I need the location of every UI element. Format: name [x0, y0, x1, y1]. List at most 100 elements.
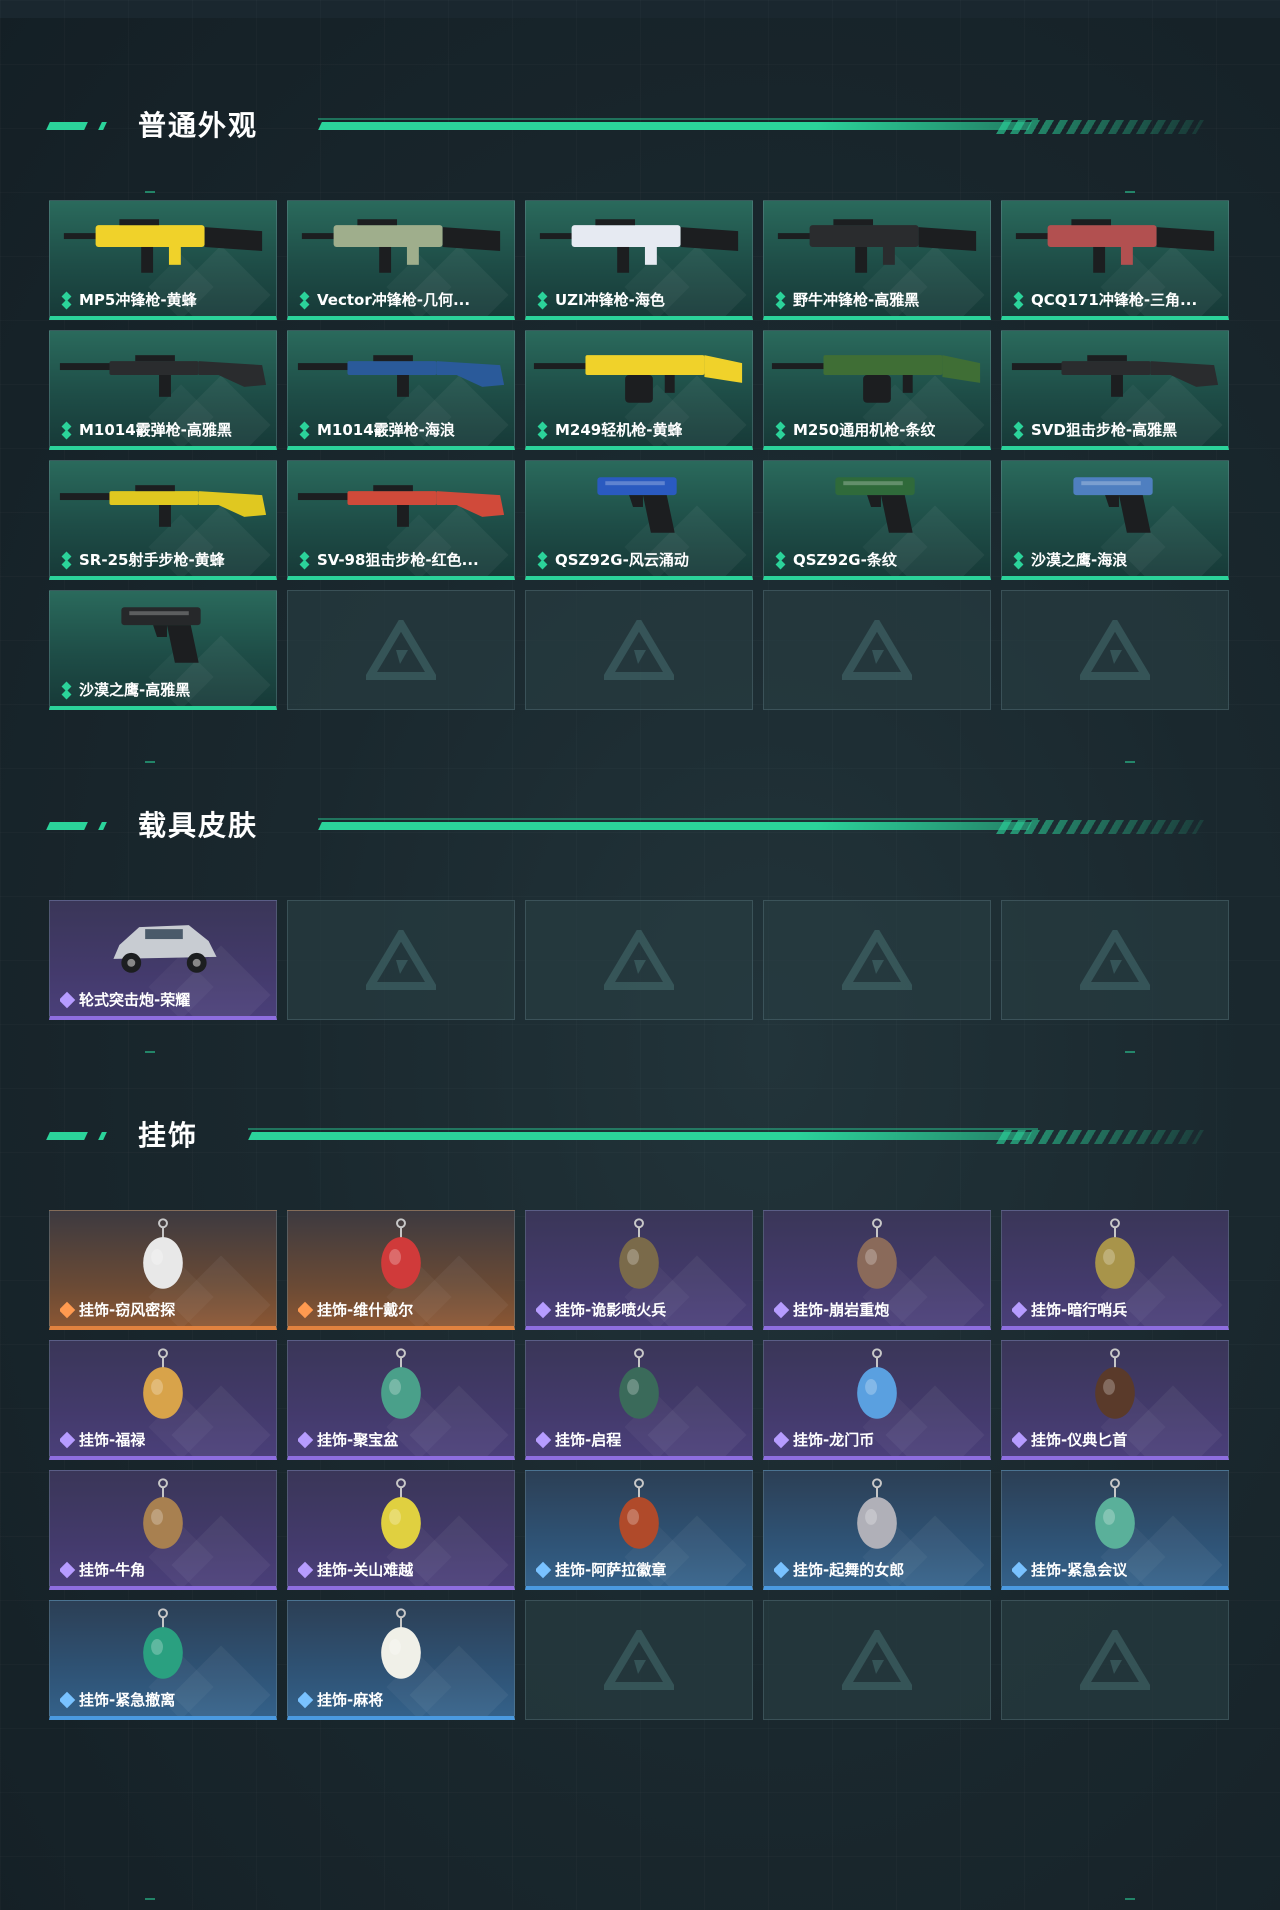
item-label-row: M1014霰弹枪-高雅黑: [60, 420, 270, 440]
item-card[interactable]: 挂饰-诡影喷火兵: [525, 1210, 753, 1330]
game-logo-icon: [1080, 1630, 1150, 1690]
rarity-icon: [774, 1561, 790, 1579]
item-card[interactable]: M250通用机枪-条纹: [763, 330, 991, 450]
item-name: QSZ92G-条纹: [793, 551, 897, 569]
item-card[interactable]: 挂饰-紧急会议: [1001, 1470, 1229, 1590]
item-card[interactable]: 挂饰-聚宝盆: [287, 1340, 515, 1460]
item-name: M249轻机枪-黄蜂: [555, 421, 683, 439]
item-card[interactable]: M1014霰弹枪-海浪: [287, 330, 515, 450]
item-card[interactable]: Vector冲锋枪-几何...: [287, 200, 515, 320]
item-label-row: 沙漠之鹰-高雅黑: [60, 680, 270, 700]
item-label-row: 挂饰-起舞的女郎: [774, 1560, 984, 1580]
item-label-row: UZI冲锋枪-海色: [536, 290, 746, 310]
item-name: SV-98狙击步枪-红色...: [317, 551, 479, 569]
item-label-row: 挂饰-暗行哨兵: [1012, 1300, 1222, 1320]
item-name: QSZ92G-风云涌动: [555, 551, 689, 569]
item-name: 野牛冲锋枪-高雅黑: [793, 291, 920, 309]
item-card[interactable]: UZI冲锋枪-海色: [525, 200, 753, 320]
empty-slot: [1001, 900, 1229, 1020]
item-card[interactable]: 挂饰-关山难越: [287, 1470, 515, 1590]
item-card[interactable]: 挂饰-暗行哨兵: [1001, 1210, 1229, 1330]
item-label-row: 挂饰-紧急撤离: [60, 1690, 270, 1710]
item-card[interactable]: M249轻机枪-黄蜂: [525, 330, 753, 450]
item-card[interactable]: QCQ171冲锋枪-三角...: [1001, 200, 1229, 320]
item-label-row: QSZ92G-风云涌动: [536, 550, 746, 570]
header-checker-pattern: [995, 820, 1205, 834]
game-logo-icon: [842, 1630, 912, 1690]
item-label-row: 挂饰-龙门币: [774, 1430, 984, 1450]
charm-icon: [764, 1217, 990, 1293]
item-name: 挂饰-龙门币: [793, 1431, 875, 1449]
item-card[interactable]: MP5冲锋枪-黄蜂: [49, 200, 277, 320]
item-card[interactable]: 挂饰-起舞的女郎: [763, 1470, 991, 1590]
item-card[interactable]: 挂饰-麻将: [287, 1600, 515, 1720]
section-title: 挂饰: [138, 1119, 199, 1152]
item-label-row: MP5冲锋枪-黄蜂: [60, 290, 270, 310]
item-name: 挂饰-维什戴尔: [317, 1301, 414, 1319]
item-label-row: 挂饰-聚宝盆: [298, 1430, 508, 1450]
header-accent-bar: [98, 122, 107, 130]
item-card[interactable]: SVD狙击步枪-高雅黑: [1001, 330, 1229, 450]
item-card[interactable]: 挂饰-牛角: [49, 1470, 277, 1590]
rarity-icon: [1012, 421, 1026, 440]
rifle-icon: [50, 467, 276, 543]
rarity-icon: [60, 551, 74, 570]
smg-icon: [50, 207, 276, 283]
item-card[interactable]: 挂饰-崩岩重炮: [763, 1210, 991, 1330]
item-name: M250通用机枪-条纹: [793, 421, 936, 439]
item-card[interactable]: SR-25射手步枪-黄蜂: [49, 460, 277, 580]
item-name: M1014霰弹枪-高雅黑: [79, 421, 232, 439]
charm-icon: [50, 1217, 276, 1293]
machine-gun-icon: [526, 337, 752, 413]
item-card[interactable]: 沙漠之鹰-高雅黑: [49, 590, 277, 710]
charm-icon: [1002, 1477, 1228, 1553]
item-label-row: 挂饰-仪典匕首: [1012, 1430, 1222, 1450]
charm-icon: [526, 1217, 752, 1293]
corner-tick: [145, 1051, 155, 1053]
game-logo-icon: [604, 620, 674, 680]
item-label-row: 轮式突击炮-荣耀: [60, 990, 270, 1010]
rarity-icon: [298, 1431, 314, 1449]
header-checker-pattern: [995, 120, 1205, 134]
empty-slot: [525, 1600, 753, 1720]
charm-icon: [526, 1477, 752, 1553]
rarity-icon: [60, 1301, 76, 1319]
item-card[interactable]: QSZ92G-风云涌动: [525, 460, 753, 580]
empty-slot: [763, 590, 991, 710]
item-name: 挂饰-紧急撤离: [79, 1691, 176, 1709]
rarity-icon: [298, 421, 312, 440]
item-card[interactable]: 挂饰-仪典匕首: [1001, 1340, 1229, 1460]
item-label-row: SR-25射手步枪-黄蜂: [60, 550, 270, 570]
item-card[interactable]: 挂饰-窃风密探: [49, 1210, 277, 1330]
rarity-icon: [774, 291, 788, 310]
item-card[interactable]: QSZ92G-条纹: [763, 460, 991, 580]
item-name: QCQ171冲锋枪-三角...: [1031, 291, 1198, 309]
item-card[interactable]: 挂饰-福禄: [49, 1340, 277, 1460]
rarity-icon: [1012, 1301, 1028, 1319]
charm-icon: [1002, 1347, 1228, 1423]
item-label-row: 挂饰-福禄: [60, 1430, 270, 1450]
item-name: 挂饰-仪典匕首: [1031, 1431, 1128, 1449]
item-card[interactable]: 挂饰-阿萨拉徽章: [525, 1470, 753, 1590]
rarity-icon: [60, 1431, 76, 1449]
item-card[interactable]: 沙漠之鹰-海浪: [1001, 460, 1229, 580]
rarity-icon: [774, 1431, 790, 1449]
item-name: SVD狙击步枪-高雅黑: [1031, 421, 1178, 439]
rarity-icon: [298, 551, 312, 570]
item-card[interactable]: 挂饰-龙门币: [763, 1340, 991, 1460]
item-label-row: 挂饰-麻将: [298, 1690, 508, 1710]
item-card[interactable]: 挂饰-启程: [525, 1340, 753, 1460]
charm-icon: [288, 1607, 514, 1683]
empty-slot: [525, 900, 753, 1020]
item-label-row: QCQ171冲锋枪-三角...: [1012, 290, 1222, 310]
item-card[interactable]: SV-98狙击步枪-红色...: [287, 460, 515, 580]
item-card[interactable]: 挂饰-维什戴尔: [287, 1210, 515, 1330]
item-label-row: QSZ92G-条纹: [774, 550, 984, 570]
item-card[interactable]: 轮式突击炮-荣耀: [49, 900, 277, 1020]
item-card[interactable]: M1014霰弹枪-高雅黑: [49, 330, 277, 450]
item-card[interactable]: 野牛冲锋枪-高雅黑: [763, 200, 991, 320]
item-card[interactable]: 挂饰-紧急撤离: [49, 1600, 277, 1720]
charm-icon: [764, 1477, 990, 1553]
item-label-row: SVD狙击步枪-高雅黑: [1012, 420, 1222, 440]
charm-icon: [50, 1477, 276, 1553]
